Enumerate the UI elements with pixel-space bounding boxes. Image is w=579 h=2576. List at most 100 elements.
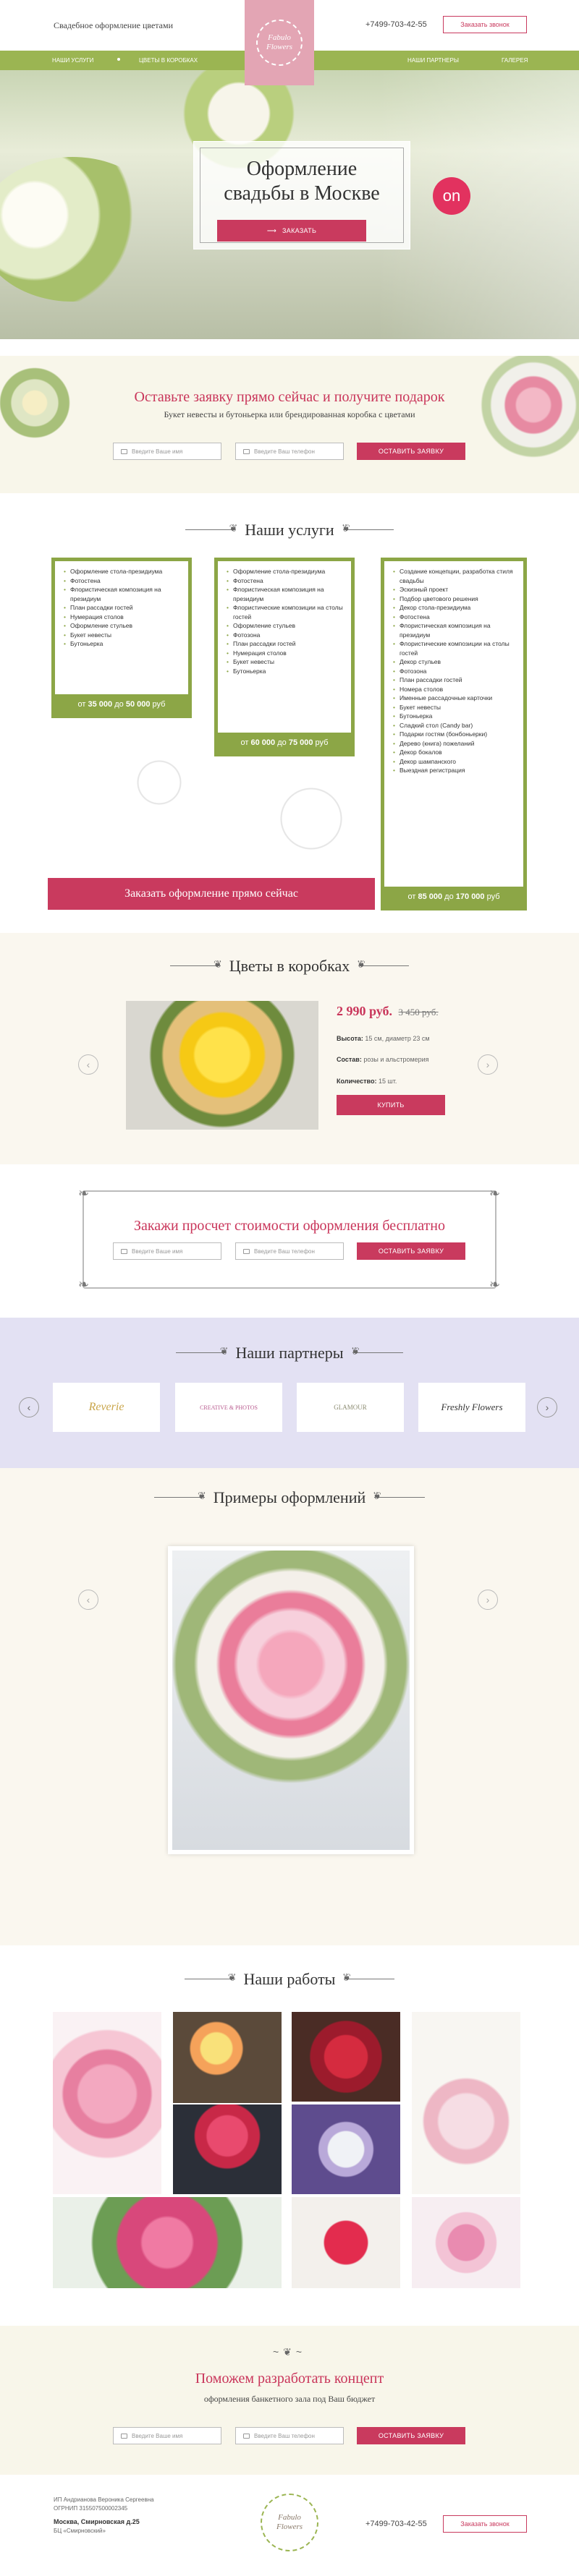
concept-section: ~❦~ Поможем разработать концепт оформлен… (0, 2326, 579, 2475)
boxes-next-arrow[interactable]: › (478, 1054, 498, 1075)
gallery-photo[interactable] (292, 2104, 400, 2194)
flourish-left-icon (185, 522, 237, 535)
flourish-right-icon (342, 525, 394, 535)
gallery-photo[interactable] (292, 2197, 400, 2288)
footer-call-button[interactable]: Заказать звонок (443, 2515, 527, 2533)
gallery-photo[interactable] (53, 2012, 161, 2194)
box-buy-button[interactable]: КУПИТЬ (337, 1095, 445, 1115)
list-item: Фотозона (393, 667, 516, 676)
boxes-prev-arrow[interactable]: ‹ (78, 1054, 98, 1075)
examples-next-arrow[interactable]: › (478, 1590, 498, 1610)
services-section: Наши услуги Оформление стола-президиума … (0, 493, 579, 933)
box-quantity: Количество: 15 шт. (337, 1078, 397, 1085)
partners-prev-arrow[interactable]: ‹ (19, 1397, 39, 1417)
ornament-icon: ~❦~ (272, 2346, 307, 2358)
logo[interactable]: Fabulo Flowers (245, 0, 314, 85)
nav-item-partners[interactable]: НАШИ ПАРТНЕРЫ (407, 57, 459, 64)
flourish-right-icon (374, 1493, 426, 1503)
boxes-heading: Цветы в коробках (0, 957, 579, 976)
calc-phone-input[interactable]: Введите Ваш телефон (235, 1242, 344, 1260)
gallery-photo[interactable] (292, 2012, 400, 2102)
list-item: Нумерация столов (64, 613, 181, 622)
service-package-premium[interactable]: Создание концепции, разработка стиля сва… (381, 558, 527, 910)
list-item: Бутоньерка (64, 639, 181, 649)
gallery-photo[interactable] (412, 2197, 520, 2288)
calc-submit-button[interactable]: ОСТАВИТЬ ЗАЯВКУ (357, 1242, 465, 1260)
examples-prev-arrow[interactable]: ‹ (78, 1590, 98, 1610)
list-item: Оформление стола-президиума (227, 567, 344, 576)
gallery-photo[interactable] (53, 2197, 282, 2288)
hero-badge[interactable]: on (433, 177, 470, 215)
partner-logo[interactable]: GLAMOUR (297, 1383, 404, 1432)
list-item: Подарки гостям (бонбоньерки) (393, 730, 516, 739)
service-package-standard[interactable]: Оформление стола-президиума Фотостена Фл… (214, 558, 355, 756)
service-list: Создание концепции, разработка стиля сва… (384, 561, 523, 780)
box-price: 2 990 руб. 3 450 руб. (337, 1004, 439, 1018)
header-call-button[interactable]: Заказать звонок (443, 16, 527, 33)
calc-frame (83, 1190, 496, 1289)
concept-subtitle: оформления банкетного зала под Ваш бюдже… (203, 2394, 376, 2404)
partner-logo[interactable]: Freshly Flowers (418, 1383, 525, 1432)
chevron-right-icon: › (486, 1059, 490, 1070)
offer-subtitle: Букет невесты и бутоньерка или брендиров… (164, 409, 415, 419)
wreath-icon: Fabulo Flowers (256, 20, 303, 66)
frame-corner-icon: ❧ (489, 1186, 501, 1200)
list-item: Выездная регистрация (393, 766, 516, 775)
chevron-left-icon: ‹ (86, 1594, 90, 1605)
list-item: Оформление стульев (227, 621, 344, 631)
concept-title: Поможем разработать концепт (195, 2371, 384, 2387)
nav-item-gallery[interactable]: ГАЛЕРЕЯ (502, 57, 528, 64)
list-item: Флористическая композиция на президиум (393, 621, 516, 639)
phone-icon (243, 2433, 250, 2439)
list-item: Бутоньерка (227, 667, 344, 676)
calc-name-input[interactable]: Введите Ваше имя (113, 1242, 221, 1260)
services-order-button[interactable]: Заказать оформление прямо сейчас (48, 878, 375, 910)
partner-logo[interactable]: Reverie (53, 1383, 160, 1432)
boxes-section: Цветы в коробках ‹ › 2 990 руб. 3 450 ру… (0, 933, 579, 1164)
offer-phone-input[interactable]: Введите Ваш телефон (235, 443, 344, 460)
offer-submit-button[interactable]: ОСТАВИТЬ ЗАЯВКУ (357, 443, 465, 460)
service-package-basic[interactable]: Оформление стола-президиума Фотостена Фл… (51, 558, 192, 718)
partners-next-arrow[interactable]: › (537, 1397, 557, 1417)
offer-section: Оставьте заявку прямо сейчас и получите … (0, 356, 579, 493)
list-item: План рассадки гостей (393, 675, 516, 685)
concept-phone-input[interactable]: Введите Ваш телефон (235, 2427, 344, 2444)
footer-phone[interactable]: +7499-703-42-55 (365, 2520, 427, 2528)
list-item: Декор бокалов (393, 748, 516, 757)
nav-item-services[interactable]: НАШИ УСЛУГИ (52, 57, 93, 64)
gallery-photo[interactable] (173, 2104, 282, 2194)
concept-name-input[interactable]: Введите Ваше имя (113, 2427, 221, 2444)
list-item: Эскизный проект (393, 585, 516, 594)
user-icon (121, 1248, 127, 1254)
chevron-left-icon: ‹ (86, 1059, 90, 1070)
list-item: План рассадки гостей (64, 603, 181, 613)
frame-corner-icon: ❧ (78, 1186, 90, 1200)
flourish-right-icon (344, 1974, 395, 1984)
list-item: Фотостена (393, 613, 516, 622)
list-item: Флористические композиции на столы госте… (227, 603, 344, 621)
gallery-photo[interactable] (412, 2012, 520, 2194)
hero-section: Оформление свадьбы в Москве ⟶ ЗАКАЗАТЬ on (0, 70, 579, 339)
service-list: Оформление стола-президиума Фотостена Фл… (55, 561, 188, 653)
box-composition: Состав: розы и альстромерия (337, 1056, 429, 1063)
works-section: Наши работы (0, 1945, 579, 2326)
example-bouquet-image[interactable] (168, 1546, 414, 1854)
concept-submit-button[interactable]: ОСТАВИТЬ ЗАЯВКУ (357, 2427, 465, 2444)
partner-logo[interactable]: CREATIVE & PHOTOS (175, 1383, 282, 1432)
flourish-right-icon (358, 961, 410, 971)
service-list: Оформление стола-президиума Фотостена Фл… (218, 561, 351, 680)
list-item: Номера столов (393, 685, 516, 694)
list-item: Нумерация столов (227, 649, 344, 658)
flourish-right-icon (352, 1348, 403, 1358)
gallery-photo[interactable] (173, 2012, 282, 2103)
box-product-image[interactable] (126, 1001, 318, 1130)
services-title: Наши услуги (245, 521, 334, 539)
offer-name-input[interactable]: Введите Ваше имя (113, 443, 221, 460)
hero-title-box: Оформление свадьбы в Москве ⟶ ЗАКАЗАТЬ (193, 141, 410, 250)
footer-logo[interactable]: Fabulo Flowers (255, 2488, 324, 2557)
hero-flowers-left (0, 157, 166, 302)
header-phone[interactable]: +7499-703-42-55 (365, 20, 427, 29)
hero-order-button[interactable]: ⟶ ЗАКАЗАТЬ (217, 220, 366, 242)
nav-item-boxes[interactable]: ЦВЕТЫ В КОРОБКАХ (139, 57, 198, 64)
list-item: Дерево (книга) пожеланий (393, 739, 516, 749)
